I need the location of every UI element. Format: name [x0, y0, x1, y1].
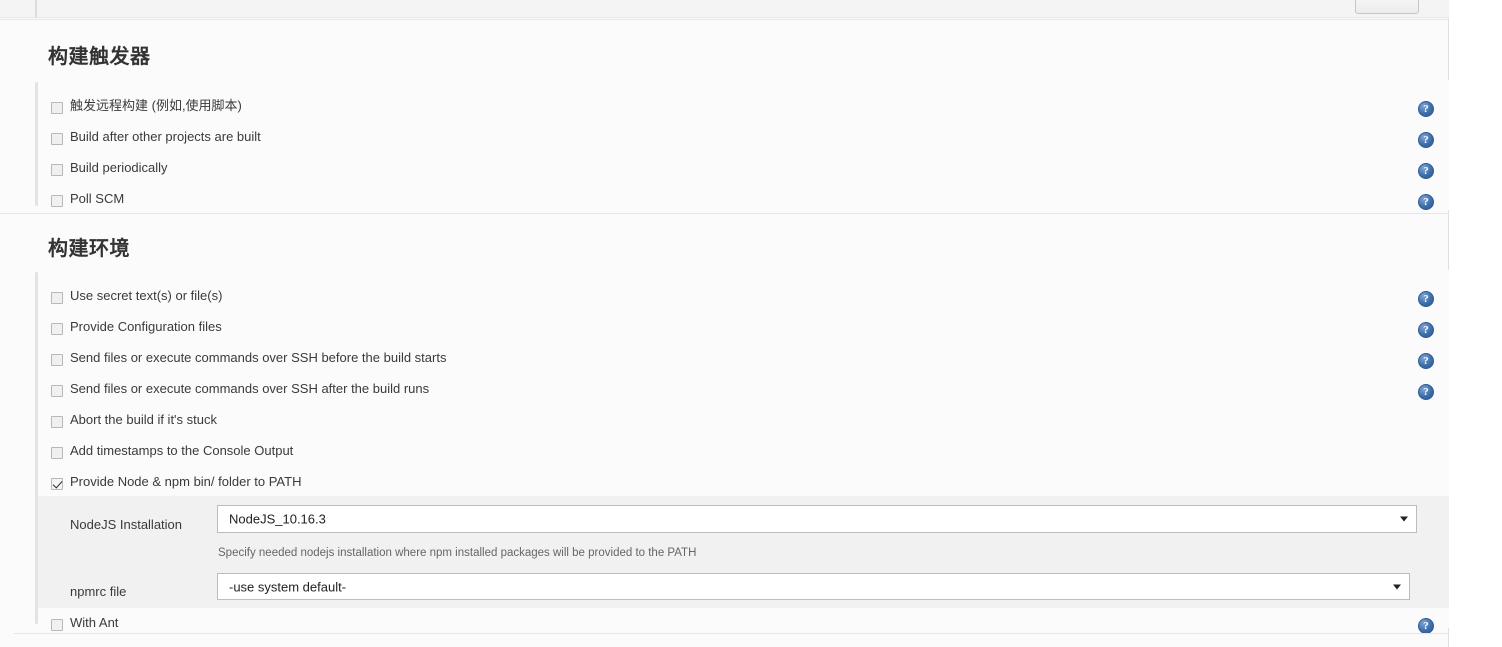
checkbox-label: Build after other projects are built [70, 129, 261, 144]
checkbox-label: Provide Node & npm bin/ folder to PATH [70, 474, 302, 489]
trigger-row-build-after-other-projects[interactable]: Build after other projects are built ? [0, 125, 1449, 156]
checkbox-label: Poll SCM [70, 191, 125, 206]
env-row-with-ant[interactable]: With Ant ? [0, 611, 1449, 642]
nodejs-installation-help-text: Specify needed nodejs installation where… [218, 547, 697, 559]
section-build-environment: 构建环境 Use secret text(s) or file(s) ? Pro… [0, 218, 1449, 634]
checkbox-label: Abort the build if it's stuck [70, 412, 217, 427]
env-row-add-timestamps[interactable]: Add timestamps to the Console Output [0, 439, 1449, 470]
checkbox-provide-configuration-files[interactable] [51, 323, 63, 335]
env-row-ssh-after-build[interactable]: Send files or execute commands over SSH … [0, 377, 1449, 408]
section-divider-bottom [14, 633, 1449, 634]
nodejs-config-block: NodeJS Installation NodeJS_10.16.3 Speci… [38, 496, 1449, 608]
env-row-use-secret-text[interactable]: Use secret text(s) or file(s) ? [0, 284, 1449, 315]
checkbox-label: Use secret text(s) or file(s) [70, 288, 223, 303]
checkbox-provide-node-npm[interactable] [51, 478, 63, 490]
checkbox-abort-if-stuck[interactable] [51, 416, 63, 428]
section-title-build-environment: 构建环境 [48, 238, 130, 260]
env-row-abort-if-stuck[interactable]: Abort the build if it's stuck [0, 408, 1449, 439]
checkbox-label: Provide Configuration files [70, 319, 222, 334]
top-partial-row [0, 0, 1449, 18]
checkbox-label: With Ant [70, 615, 119, 630]
help-icon[interactable]: ? [1418, 322, 1434, 338]
chevron-down-icon [1400, 516, 1408, 522]
checkbox-label: Send files or execute commands over SSH … [70, 381, 430, 396]
config-column: 构建触发器 触发远程构建 (例如,使用脚本) ? Build after oth… [0, 0, 1449, 647]
env-row-ssh-before-build[interactable]: Send files or execute commands over SSH … [0, 346, 1449, 377]
nodejs-installation-value: NodeJS_10.16.3 [229, 511, 326, 527]
checkbox-build-after-other-projects[interactable] [51, 133, 63, 145]
checkbox-with-ant[interactable] [51, 619, 63, 631]
section-build-triggers: 构建触发器 触发远程构建 (例如,使用脚本) ? Build after oth… [0, 28, 1449, 210]
section-divider-top [0, 19, 1449, 20]
trigger-row-remote-build[interactable]: 触发远程构建 (例如,使用脚本) ? [0, 94, 1449, 125]
help-icon[interactable]: ? [1418, 384, 1434, 400]
chevron-down-icon [1393, 584, 1401, 589]
jenkins-job-config-page: 构建触发器 触发远程构建 (例如,使用脚本) ? Build after oth… [0, 0, 1502, 647]
checkbox-ssh-after-build[interactable] [51, 385, 63, 397]
cut-off-button[interactable] [1355, 0, 1419, 14]
checkbox-label: Build periodically [70, 160, 168, 175]
checkbox-label: Send files or execute commands over SSH … [70, 350, 447, 365]
checkbox-poll-scm[interactable] [51, 195, 63, 207]
help-icon[interactable]: ? [1418, 194, 1434, 210]
checkbox-trigger-remote-build[interactable] [51, 102, 63, 114]
checkbox-label: Add timestamps to the Console Output [70, 443, 294, 458]
help-icon[interactable]: ? [1418, 101, 1434, 117]
section-body-build-triggers: 触发远程构建 (例如,使用脚本) ? Build after other pro… [0, 80, 1449, 210]
nodejs-installation-label: NodeJS Installation [70, 517, 183, 532]
checkbox-add-timestamps[interactable] [51, 447, 63, 459]
env-row-provide-configuration-files[interactable]: Provide Configuration files ? [0, 315, 1449, 346]
checkbox-build-periodically[interactable] [51, 164, 63, 176]
section-title-build-triggers: 构建触发器 [48, 46, 151, 68]
npmrc-file-select[interactable]: -use system default- [217, 573, 1410, 600]
help-icon[interactable]: ? [1418, 291, 1434, 307]
section-body-build-environment: Use secret text(s) or file(s) ? Provide … [0, 270, 1449, 634]
help-icon[interactable]: ? [1418, 353, 1434, 369]
npmrc-file-value: -use system default- [229, 579, 347, 594]
checkbox-use-secret-text[interactable] [51, 292, 63, 304]
right-gutter [1450, 0, 1502, 647]
checkbox-label: 触发远程构建 (例如,使用脚本) [70, 98, 242, 113]
help-icon[interactable]: ? [1418, 132, 1434, 148]
nodejs-installation-select[interactable]: NodeJS_10.16.3 [217, 505, 1417, 533]
section-left-bar [35, 0, 37, 18]
help-icon[interactable]: ? [1418, 618, 1434, 634]
trigger-row-build-periodically[interactable]: Build periodically ? [0, 156, 1449, 187]
checkbox-ssh-before-build[interactable] [51, 354, 63, 366]
help-icon[interactable]: ? [1418, 163, 1434, 179]
npmrc-file-label: npmrc file [70, 584, 127, 599]
section-divider-middle [0, 213, 1449, 214]
